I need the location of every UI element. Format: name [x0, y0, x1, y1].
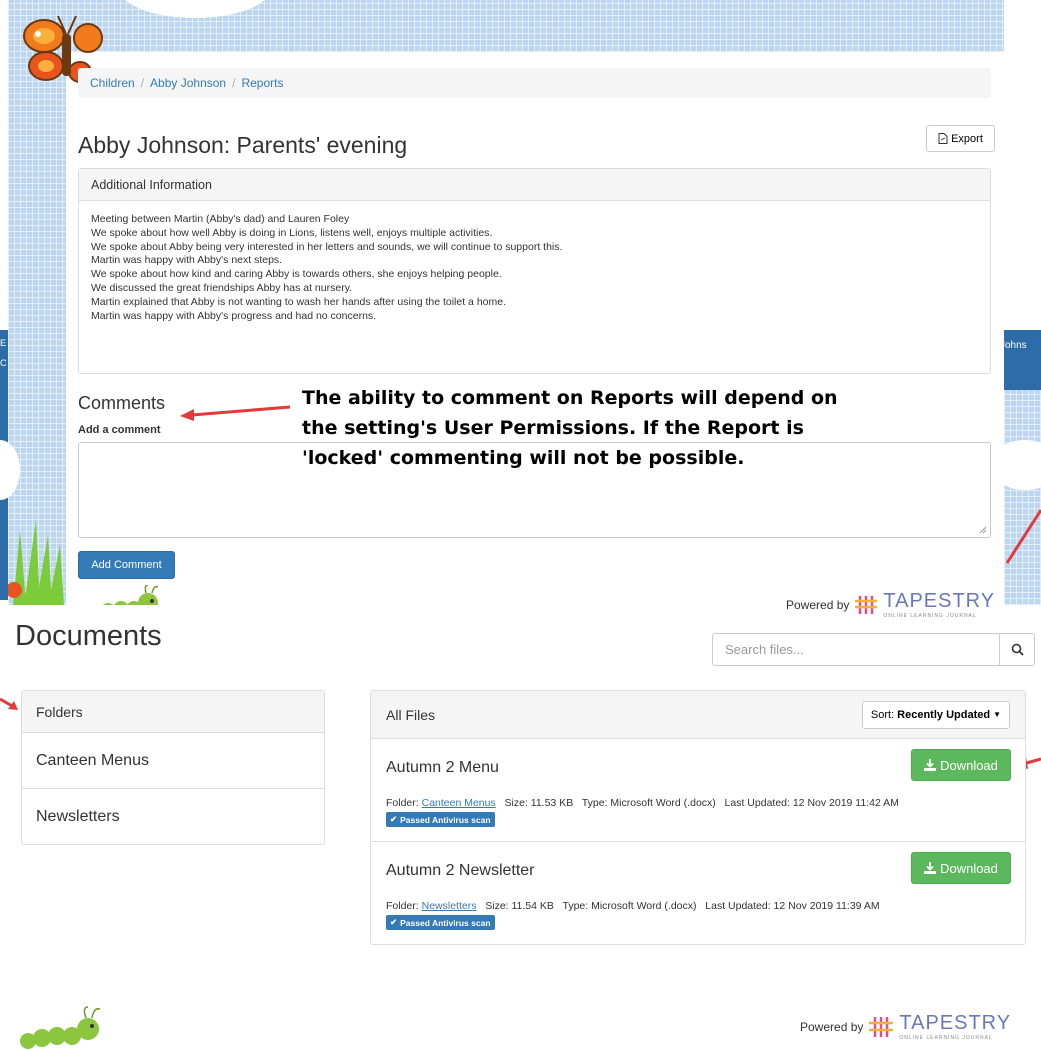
caret-down-icon: ▼ — [993, 710, 1001, 719]
breadcrumb-child-name[interactable]: Abby Johnson — [150, 76, 226, 90]
search-bar — [712, 633, 1035, 666]
powered-by-text: Powered by — [786, 597, 850, 612]
download-button[interactable]: Download — [911, 749, 1011, 781]
sort-label: Sort: — [870, 708, 895, 721]
file-folder-label: Folder: — [386, 900, 419, 912]
resize-handle-icon[interactable] — [979, 526, 987, 534]
background-window-text: E — [0, 338, 7, 348]
antivirus-badge-label: Passed Antivirus scan — [400, 917, 491, 928]
comments-heading: Comments — [78, 393, 166, 413]
annotation-callout: The ability to comment on Reports will d… — [302, 383, 982, 473]
tapestry-brand: TAPESTRY — [883, 590, 996, 612]
file-folder-link[interactable]: Canteen Menus — [422, 797, 496, 809]
folder-item-newsletters[interactable]: Newsletters — [22, 789, 324, 845]
search-input[interactable] — [712, 633, 999, 666]
sort-value: Recently Updated — [897, 708, 991, 721]
check-icon: ✔ — [390, 917, 398, 927]
file-type: Type: Microsoft Word (.docx) — [562, 900, 697, 912]
background-window-text: C — [0, 358, 7, 368]
tapestry-brand: TAPESTRY — [899, 1012, 1012, 1034]
annotation-arrow-right-edge — [1005, 509, 1041, 564]
files-heading-title: All Files — [386, 706, 436, 723]
download-icon — [924, 862, 937, 874]
annotation-arrow-comments — [180, 405, 291, 421]
info-line: Martin was happy with Abby's next steps. — [91, 254, 283, 267]
page-title: Abby Johnson: Parents' evening — [78, 132, 408, 158]
file-metadata: Folder: Canteen Menus Size: 11.53 KB Typ… — [386, 797, 1010, 809]
tapestry-wordmark: TAPESTRY ONLINE LEARNING JOURNAL — [899, 1012, 1011, 1041]
annotation-line: The ability to comment on Reports will d… — [302, 387, 838, 409]
folder-label: Canteen Menus — [36, 751, 149, 769]
export-button[interactable]: Export — [926, 125, 995, 152]
tapestry-subtitle: ONLINE LEARNING JOURNAL — [899, 1035, 993, 1041]
pdf-file-icon — [938, 133, 948, 144]
info-line: Martin was happy with Abby's progress an… — [91, 309, 377, 322]
add-comment-label: Add a comment — [78, 424, 161, 436]
breadcrumb-separator: / — [232, 76, 236, 90]
file-folder-link[interactable]: Newsletters — [422, 900, 477, 912]
file-size: Size: 11.54 KB — [485, 900, 554, 912]
tapestry-logo-icon — [855, 595, 878, 614]
folder-item-canteen-menus[interactable]: Canteen Menus — [22, 733, 324, 789]
file-metadata: Folder: Newsletters Size: 11.54 KB Type:… — [386, 900, 1010, 912]
breadcrumb-separator: / — [140, 76, 145, 90]
info-line: We spoke about Abby being very intereste… — [91, 240, 563, 253]
search-button[interactable] — [999, 633, 1035, 666]
tapestry-logo-icon — [869, 1016, 894, 1037]
download-label: Download — [940, 860, 998, 876]
sort-dropdown[interactable]: Sort: Recently Updated ▼ — [861, 700, 1010, 729]
annotation-arrow-folders — [0, 697, 18, 710]
info-line: We discussed the great friendships Abby … — [91, 281, 353, 294]
add-comment-button[interactable]: Add Comment — [78, 551, 175, 579]
additional-information-body: Meeting between Martin (Abby's dad) and … — [79, 201, 990, 335]
background-window-text: Johns — [1000, 340, 1027, 351]
info-line: Meeting between Martin (Abby's dad) and … — [91, 213, 350, 225]
breadcrumb: Children / Abby Johnson / Reports — [78, 68, 991, 98]
download-button[interactable]: Download — [911, 852, 1011, 884]
report-screenshot: Johns E C Children / Abby Johnson / Reports — [0, 0, 1041, 628]
tapestry-wordmark: TAPESTRY ONLINE LEARNING JOURNAL — [883, 590, 995, 619]
export-label: Export — [951, 132, 983, 145]
files-heading: All Files Sort: Recently Updated ▼ — [371, 691, 1025, 739]
folders-panel: Folders Canteen Menus Newsletters — [21, 690, 325, 845]
download-icon — [924, 759, 937, 771]
file-size: Size: 11.53 KB — [504, 797, 574, 809]
powered-by-text: Powered by — [800, 1019, 864, 1034]
file-folder-label: Folder: — [386, 797, 419, 809]
annotation-line: the setting's User Permissions. If the R… — [302, 417, 804, 439]
additional-information-heading: Additional Information — [79, 169, 990, 201]
info-line: We spoke about how well Abby is doing in… — [91, 226, 493, 239]
info-line: Martin explained that Abby is not wantin… — [91, 295, 507, 308]
search-icon — [1011, 643, 1024, 656]
file-updated: Last Updated: 12 Nov 2019 11:42 AM — [724, 797, 899, 809]
tapestry-subtitle: ONLINE LEARNING JOURNAL — [883, 613, 977, 619]
powered-by-tapestry: Powered by TAPESTRY ONLINE LEARNING JOUR… — [800, 1012, 1011, 1041]
annotation-line: 'locked' commenting will not be possible… — [302, 447, 745, 469]
file-updated: Last Updated: 12 Nov 2019 11:39 AM — [705, 900, 880, 912]
breadcrumb-reports[interactable]: Reports — [241, 76, 283, 90]
folders-heading: Folders — [22, 691, 324, 733]
breadcrumb-children[interactable]: Children — [90, 76, 135, 90]
powered-by-tapestry: Powered by TAPESTRY ONLINE LEARNING JOUR… — [786, 590, 995, 619]
grass-decoration — [8, 520, 64, 605]
download-label: Download — [940, 757, 998, 773]
antivirus-badge: ✔ Passed Antivirus scan — [386, 915, 495, 930]
antivirus-badge: ✔ Passed Antivirus scan — [386, 812, 495, 827]
additional-information-panel: Additional Information Meeting between M… — [78, 168, 991, 374]
info-line: We spoke about how kind and caring Abby … — [91, 268, 502, 281]
background-window-fragment-left: E C — [0, 338, 10, 368]
files-panel: All Files Sort: Recently Updated ▼ Autum… — [370, 690, 1026, 945]
caterpillar-logo — [20, 1006, 101, 1049]
file-row: Autumn 2 Menu Download Folder: Canteen M… — [371, 739, 1025, 842]
antivirus-badge-label: Passed Antivirus scan — [400, 814, 491, 825]
file-type: Type: Microsoft Word (.docx) — [581, 797, 716, 809]
folder-label: Newsletters — [36, 808, 120, 825]
check-icon: ✔ — [390, 814, 398, 824]
file-row: Autumn 2 Newsletter Download Folder: New… — [371, 842, 1025, 945]
page-title: Documents — [15, 620, 162, 652]
